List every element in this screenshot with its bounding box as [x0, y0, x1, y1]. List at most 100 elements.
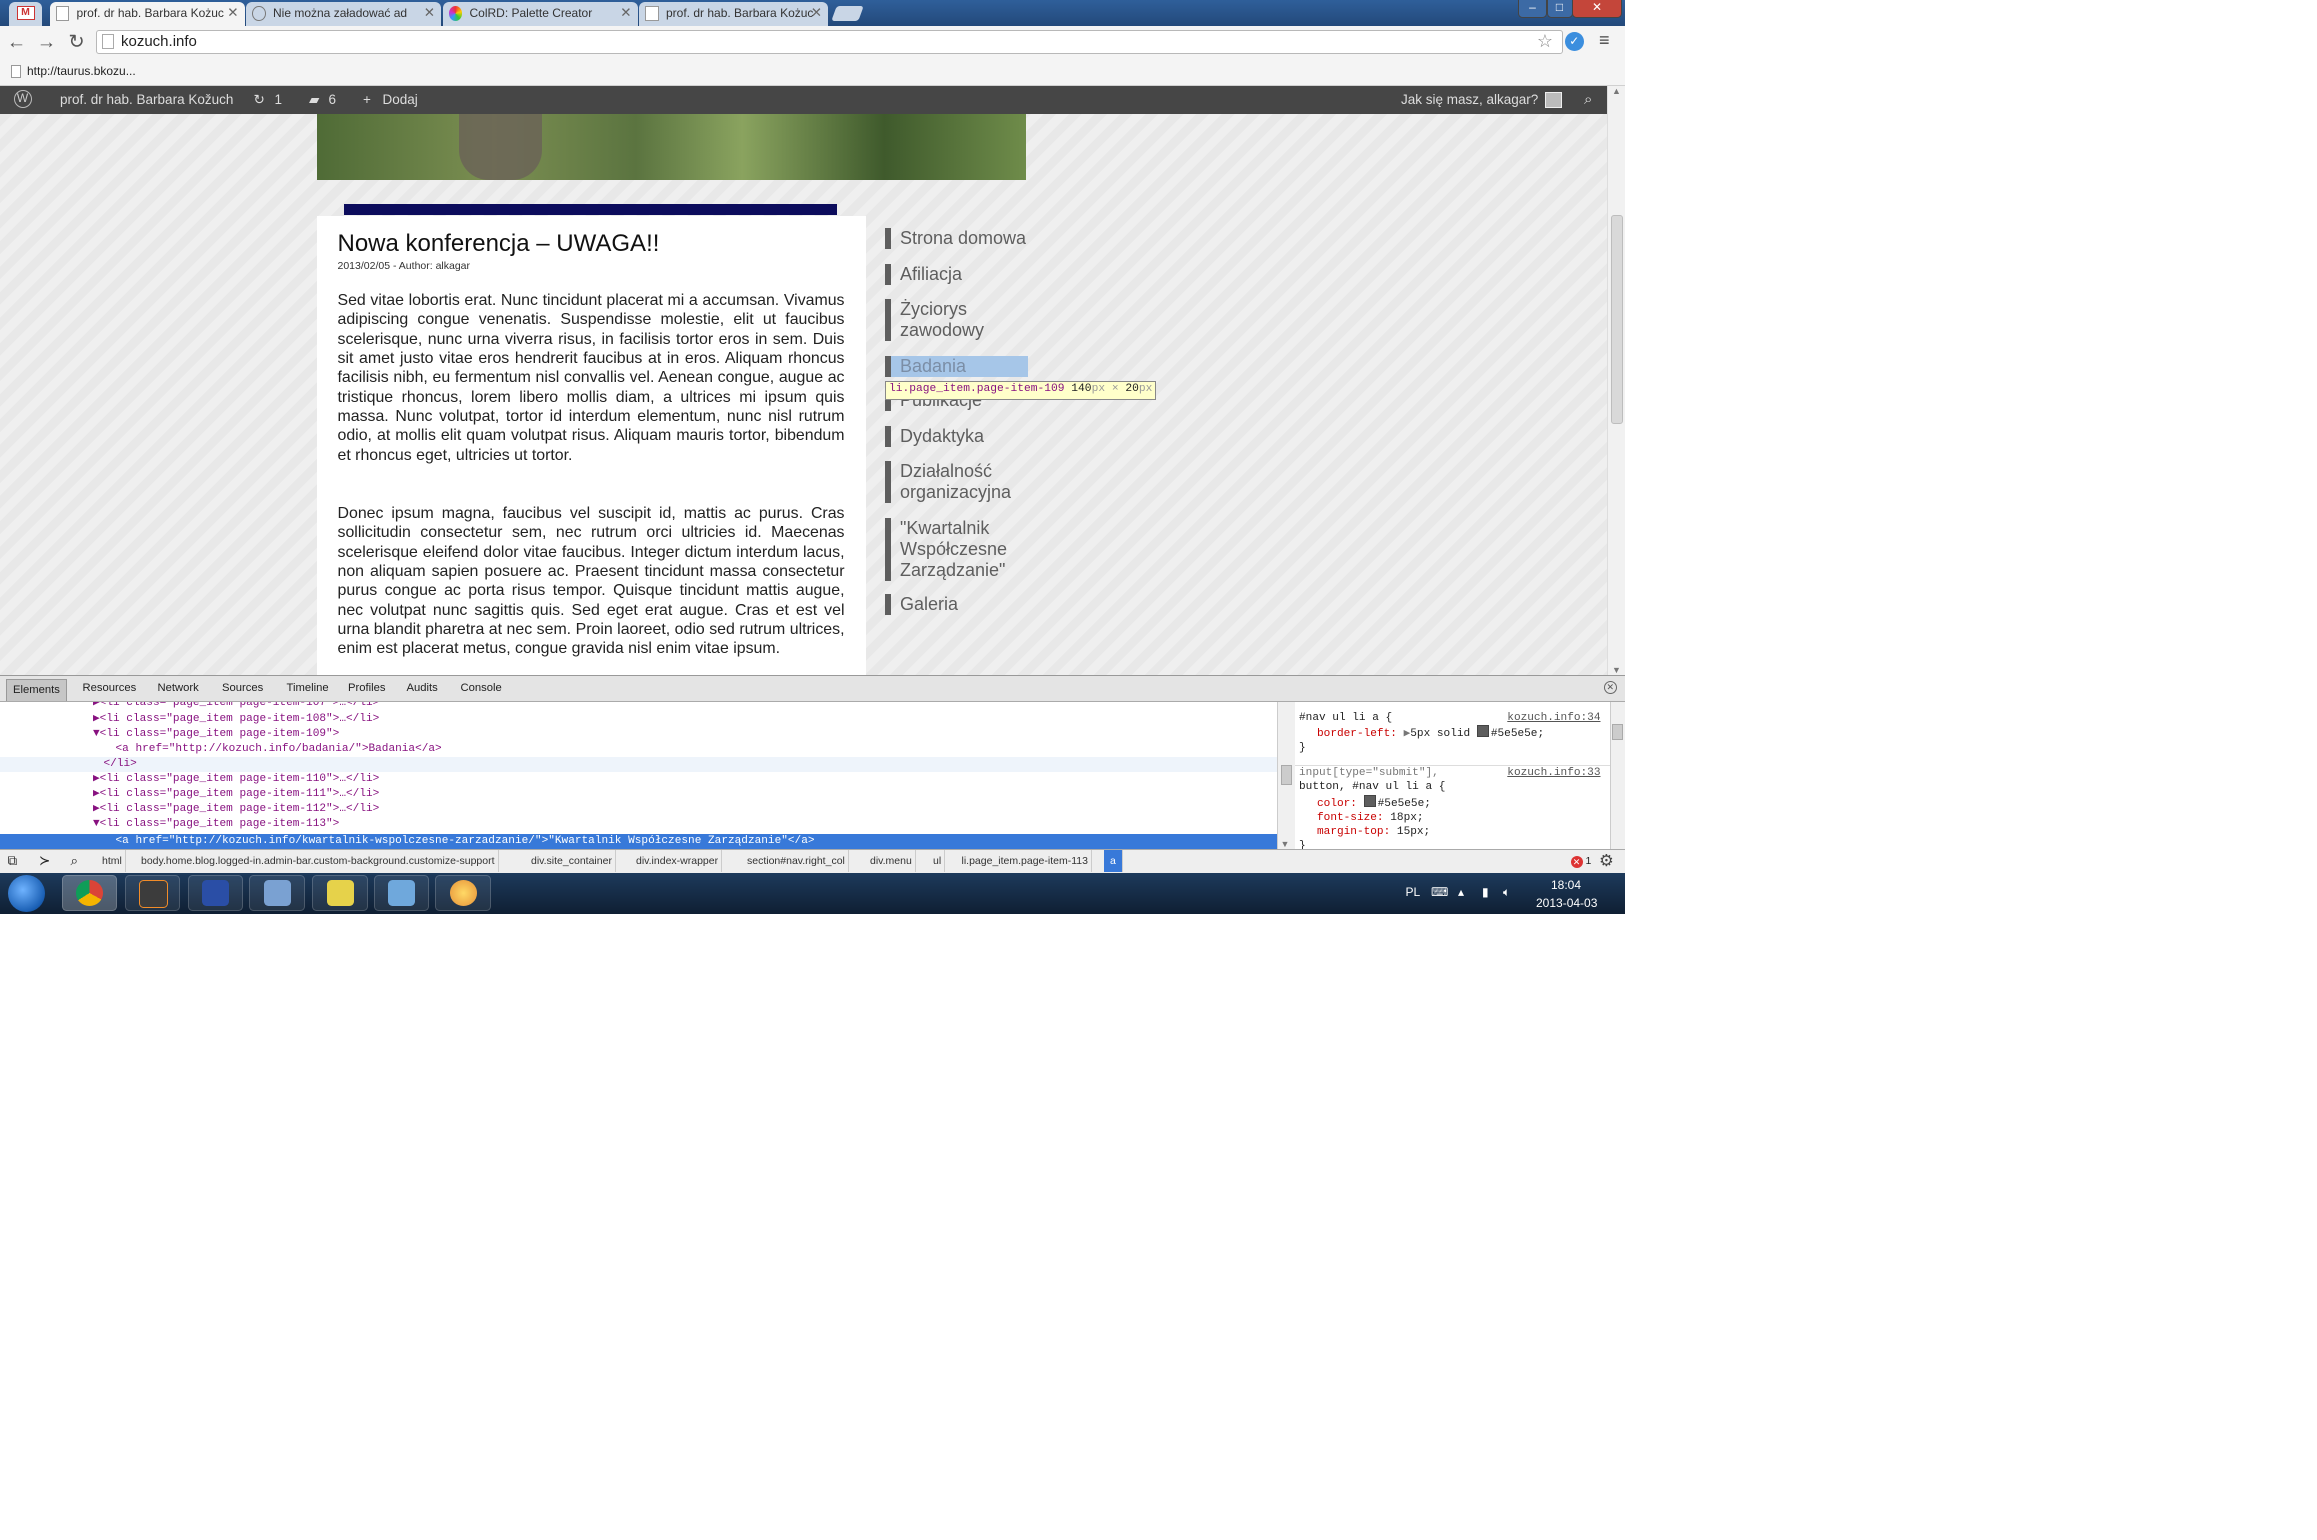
- styles-scrollbar[interactable]: [1609, 701, 1625, 849]
- menu-item-strona-domowa[interactable]: Strona domowa: [885, 228, 1028, 249]
- close-tab-icon[interactable]: ✕: [424, 2, 435, 25]
- updates-count[interactable]: 1: [275, 86, 283, 115]
- tab-kozuch-1[interactable]: prof. dr hab. Barbara Kożuc ✕: [49, 1, 245, 26]
- close-window-button[interactable]: ✕: [1572, 0, 1622, 18]
- add-new-link[interactable]: Dodaj: [383, 86, 418, 115]
- dom-line[interactable]: ▶<li class="page_item page-item-107">…</…: [0, 702, 1277, 711]
- comments-icon[interactable]: ▰: [309, 86, 319, 115]
- taskbar-virtualbox[interactable]: [249, 874, 305, 911]
- tab-colrd[interactable]: ColRD: Palette Creator ✕: [442, 1, 638, 26]
- scrollbar-thumb[interactable]: [1280, 764, 1292, 785]
- crumb-li[interactable]: li.page_item.page-item-113: [959, 849, 1092, 872]
- rule-declaration[interactable]: margin-top: 15px;: [1299, 825, 1607, 839]
- taskbar-save-app[interactable]: [187, 874, 243, 911]
- bookmark-link[interactable]: http://taurus.bkozu...: [27, 60, 136, 83]
- dom-line[interactable]: ▶<li class="page_item page-item-112">…</…: [0, 802, 1277, 817]
- new-tab-button[interactable]: [831, 6, 864, 21]
- rule-declaration[interactable]: color: #5e5e5e;: [1299, 794, 1607, 811]
- tab-profiles[interactable]: Profiles: [342, 676, 392, 700]
- volume-icon[interactable]: 🔈︎: [1503, 885, 1510, 900]
- menu-item-badania[interactable]: Badania: [885, 355, 1028, 377]
- language-indicator[interactable]: PL: [1406, 885, 1421, 899]
- battery-icon[interactable]: ▮: [1482, 885, 1489, 899]
- taskbar-chrome[interactable]: [61, 874, 117, 911]
- crumb-menu[interactable]: div.menu: [867, 849, 916, 872]
- start-button[interactable]: [7, 874, 45, 912]
- crumb-a[interactable]: a: [1104, 849, 1123, 872]
- dom-line-selected[interactable]: <a href="http://kozuch.info/kwartalnik-w…: [0, 833, 1277, 849]
- site-name-link[interactable]: prof. dr hab. Barbara Kožuch: [60, 86, 233, 115]
- scroll-down-icon[interactable]: ▼: [1281, 839, 1290, 849]
- avatar[interactable]: [1545, 91, 1562, 108]
- tab-resources[interactable]: Resources: [77, 676, 143, 700]
- taskbar-paint[interactable]: [435, 874, 491, 911]
- dom-line[interactable]: ▼<li class="page_item page-item-113">: [0, 817, 1277, 832]
- taskbar-sublime[interactable]: [124, 874, 180, 911]
- inspect-search-icon[interactable]: ⌕: [71, 850, 79, 873]
- menu-icon[interactable]: ≡: [1599, 30, 1610, 51]
- rule-declaration[interactable]: border-left: ▶5px solid #5e5e5e;: [1299, 724, 1607, 741]
- tab-error[interactable]: Nie można załadować ad ✕: [246, 1, 441, 26]
- crumb-nav[interactable]: section#nav.right_col: [744, 849, 849, 872]
- keyboard-icon[interactable]: ⌨: [1431, 885, 1448, 899]
- close-tab-icon[interactable]: ✕: [620, 2, 631, 25]
- tab-console[interactable]: Console: [455, 676, 508, 700]
- back-arrow-icon[interactable]: ←: [6, 31, 27, 53]
- post-title[interactable]: Nowa konferencja – UWAGA!!: [338, 230, 660, 258]
- tab-sources[interactable]: Sources: [216, 676, 269, 700]
- wordpress-logo-icon[interactable]: W: [13, 90, 32, 108]
- dock-icon[interactable]: ⧉: [8, 850, 18, 873]
- scroll-up-icon[interactable]: ▲: [1612, 86, 1621, 96]
- tab-network[interactable]: Network: [152, 676, 205, 700]
- close-tab-icon[interactable]: ✕: [227, 2, 238, 25]
- search-icon[interactable]: ⌕: [1584, 86, 1592, 115]
- dom-line[interactable]: </li>: [0, 757, 1277, 772]
- page-scrollbar[interactable]: ▲ ▼: [1606, 85, 1625, 675]
- dom-line[interactable]: ▶<li class="page_item page-item-110">…</…: [0, 772, 1277, 787]
- dom-line[interactable]: ▶<li class="page_item page-item-111">…</…: [0, 787, 1277, 802]
- color-swatch[interactable]: [1363, 794, 1377, 807]
- menu-item-zyciorys[interactable]: Życiorys zawodowy: [885, 298, 1028, 341]
- minimize-button[interactable]: –: [1518, 0, 1547, 18]
- menu-item-dydaktyka[interactable]: Dydaktyka: [885, 426, 1028, 447]
- add-icon[interactable]: +: [363, 86, 371, 115]
- updates-icon[interactable]: ↻: [254, 86, 265, 115]
- console-drawer-icon[interactable]: ≻: [39, 850, 50, 873]
- menu-item-galeria[interactable]: Galeria: [885, 594, 1028, 615]
- dom-line[interactable]: ▶<li class="page_item page-item-108">…</…: [0, 712, 1277, 727]
- error-count[interactable]: 1: [1586, 850, 1592, 873]
- dom-line[interactable]: <a href="http://kozuch.info/badania/">Ba…: [0, 742, 1277, 757]
- menu-item-afiliacja[interactable]: Afiliacja: [885, 264, 1028, 285]
- crumb-index-wrapper[interactable]: div.index-wrapper: [633, 849, 723, 872]
- comments-count[interactable]: 6: [329, 86, 337, 115]
- dom-scrollbar[interactable]: ▼: [1276, 701, 1295, 849]
- star-icon[interactable]: ☆: [1537, 31, 1553, 52]
- greeting-link[interactable]: Jak się masz, alkagar?: [1401, 86, 1538, 115]
- taskbar-remote-desktop[interactable]: [373, 874, 429, 911]
- close-tab-icon[interactable]: ✕: [811, 2, 822, 25]
- rule-source-link[interactable]: kozuch.info:34: [1507, 711, 1600, 725]
- taskbar-network-app[interactable]: [312, 874, 368, 911]
- dom-line[interactable]: ▼<li class="page_item page-item-109">: [0, 727, 1277, 742]
- clock-date[interactable]: 2013-04-03: [1536, 896, 1597, 910]
- crumb-ul[interactable]: ul: [930, 849, 946, 872]
- show-hidden-icons-icon[interactable]: ▴: [1458, 885, 1464, 899]
- scrollbar-thumb[interactable]: [1610, 214, 1623, 424]
- menu-item-dzialalnosc[interactable]: Działalność organizacyjna: [885, 460, 1028, 503]
- maximize-button[interactable]: □: [1546, 0, 1573, 18]
- scrollbar-thumb[interactable]: [1612, 724, 1623, 740]
- extension-icon[interactable]: ✓: [1564, 31, 1584, 51]
- tab-timeline[interactable]: Timeline: [281, 676, 335, 700]
- settings-gear-icon[interactable]: ⚙: [1599, 850, 1614, 873]
- menu-item-kwartalnik[interactable]: "Kwartalnik Współczesne Zarządzanie": [885, 517, 1028, 581]
- reload-icon[interactable]: ↻: [66, 31, 87, 53]
- clock-time[interactable]: 18:04: [1551, 878, 1581, 892]
- crumb-html[interactable]: html: [99, 849, 126, 872]
- address-bar[interactable]: kozuch.info ☆: [96, 30, 1563, 54]
- crumb-site-container[interactable]: div.site_container: [528, 849, 616, 872]
- tab-audits[interactable]: Audits: [401, 676, 444, 700]
- tab-kozuch-2[interactable]: prof. dr hab. Barbara Kożuc ✕: [639, 1, 828, 26]
- scroll-down-icon[interactable]: ▼: [1612, 665, 1621, 675]
- gmail-pinned-tab[interactable]: M: [9, 1, 42, 26]
- forward-arrow-icon[interactable]: →: [36, 31, 57, 53]
